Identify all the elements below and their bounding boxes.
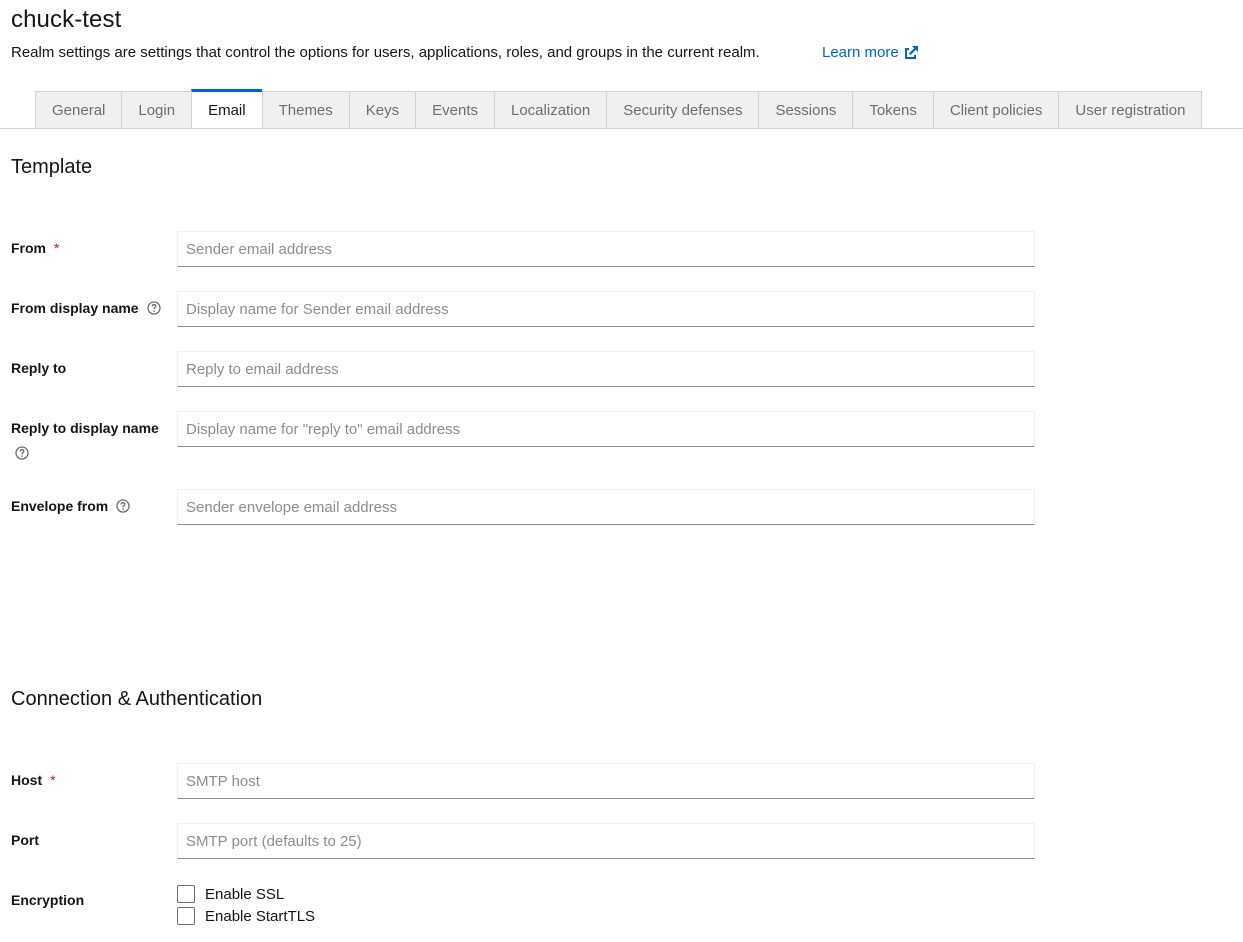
reply-to-display-name-input[interactable] <box>177 411 1035 447</box>
page-title: chuck-test <box>11 6 122 33</box>
from-display-name-label: From display name <box>11 300 161 316</box>
envelope-from-label: Envelope from <box>11 498 130 514</box>
port-label: Port <box>11 832 39 848</box>
tab-tokens[interactable]: Tokens <box>852 91 933 128</box>
enable-starttls-checkbox[interactable] <box>177 907 195 925</box>
tab-keys[interactable]: Keys <box>348 91 416 128</box>
tabs-divider <box>0 128 1243 129</box>
connection-section-title: Connection & Authentication <box>11 688 263 710</box>
enable-ssl-option[interactable]: Enable SSL <box>177 885 284 903</box>
learn-more-link[interactable]: Learn more <box>822 44 919 61</box>
reply-to-input[interactable] <box>177 351 1035 387</box>
envelope-from-label-text: Envelope from <box>11 498 109 514</box>
required-indicator: * <box>50 772 56 788</box>
enable-starttls-label: Enable StartTLS <box>205 907 316 925</box>
envelope-from-input[interactable] <box>177 489 1035 525</box>
host-label-text: Host <box>11 772 43 788</box>
reply-to-display-name-label-text: Reply to display name <box>11 420 159 436</box>
enable-ssl-label: Enable SSL <box>205 885 285 903</box>
encryption-label-text: Encryption <box>11 892 85 908</box>
tab-client-policies[interactable]: Client policies <box>932 91 1059 128</box>
required-indicator: * <box>54 240 60 256</box>
from-label: From * <box>11 240 59 256</box>
tab-user-registration[interactable]: User registration <box>1058 91 1203 128</box>
tab-sessions[interactable]: Sessions <box>758 91 853 128</box>
encryption-label: Encryption <box>11 892 84 908</box>
external-link-icon <box>904 45 918 59</box>
tab-security-defenses[interactable]: Security defenses <box>606 91 759 128</box>
tab-themes[interactable]: Themes <box>261 91 349 128</box>
tab-email[interactable]: Email <box>191 89 262 128</box>
host-input[interactable] <box>177 763 1035 799</box>
tab-general[interactable]: General <box>35 91 122 128</box>
realm-settings-page: chuck-test Realm settings are settings t… <box>0 0 1243 942</box>
reply-to-label-text: Reply to <box>11 360 67 376</box>
tab-events[interactable]: Events <box>415 91 494 128</box>
reply-to-label: Reply to <box>11 360 66 376</box>
page-description: Realm settings are settings that control… <box>11 44 760 61</box>
port-input[interactable] <box>177 823 1035 859</box>
from-display-name-label-text: From display name <box>11 300 139 316</box>
enable-ssl-checkbox[interactable] <box>177 885 195 903</box>
host-label: Host * <box>11 772 56 788</box>
port-label-text: Port <box>11 832 39 848</box>
enable-starttls-option[interactable]: Enable StartTLS <box>177 907 315 925</box>
from-label-text: From <box>11 240 46 256</box>
reply-to-display-name-label: Reply to display name <box>11 420 159 436</box>
tab-login[interactable]: Login <box>121 91 192 128</box>
help-icon[interactable] <box>15 446 29 460</box>
template-section-title: Template <box>11 156 93 178</box>
help-icon[interactable] <box>146 301 161 315</box>
tab-localization[interactable]: Localization <box>494 91 607 128</box>
from-display-name-input[interactable] <box>177 291 1035 327</box>
realm-settings-tabs: General Login Email Themes Keys Events L… <box>35 89 1203 128</box>
learn-more-label: Learn more <box>822 44 899 61</box>
from-input[interactable] <box>177 231 1035 267</box>
help-icon[interactable] <box>116 499 130 513</box>
